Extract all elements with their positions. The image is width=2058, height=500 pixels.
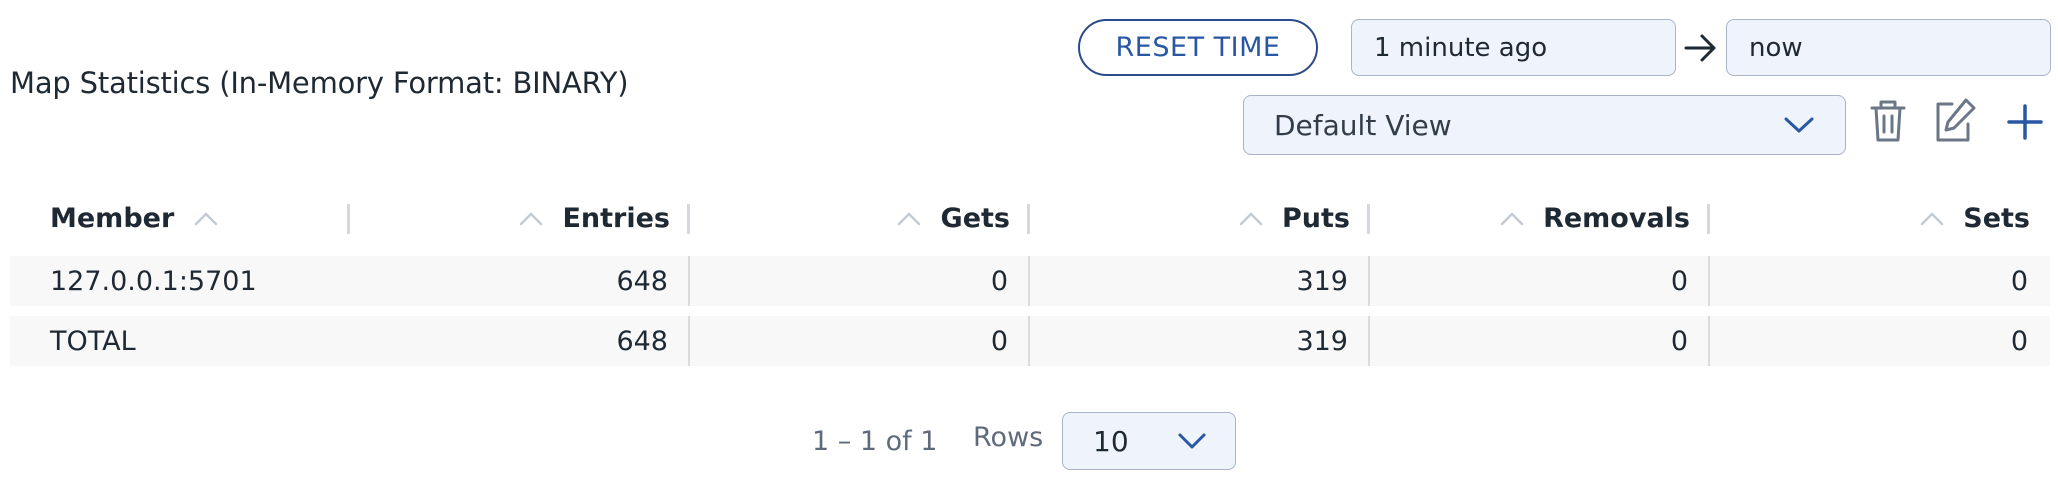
cell-gets: 0 xyxy=(690,250,1030,310)
sort-asc-icon[interactable] xyxy=(1239,212,1263,226)
time-to-input[interactable]: now xyxy=(1726,19,2051,76)
sort-asc-icon[interactable] xyxy=(897,212,921,226)
column-header-puts[interactable]: Puts xyxy=(1030,186,1370,250)
column-header-entries[interactable]: Entries xyxy=(350,186,690,250)
cell-sets: 0 xyxy=(1710,250,2050,310)
table-header-row: Member Entries Gets Puts Removals Sets xyxy=(10,186,2050,250)
reset-time-button[interactable]: RESET TIME xyxy=(1078,19,1318,76)
column-header-gets[interactable]: Gets xyxy=(690,186,1030,250)
view-select[interactable]: Default View xyxy=(1243,95,1846,155)
column-header-label: Entries xyxy=(562,202,670,234)
cell-sets: 0 xyxy=(1710,310,2050,370)
plus-icon[interactable] xyxy=(2003,96,2047,146)
cell-value: 0 xyxy=(1670,265,1688,297)
column-header-label: Puts xyxy=(1282,202,1350,234)
cell-gets: 0 xyxy=(690,310,1030,370)
sort-asc-icon[interactable] xyxy=(194,212,218,226)
column-header-label: Removals xyxy=(1543,202,1690,234)
column-header-label: Member xyxy=(50,202,175,234)
cell-puts: 319 xyxy=(1030,310,1370,370)
rows-per-page-value: 10 xyxy=(1093,424,1129,458)
cell-entries: 648 xyxy=(350,250,690,310)
chevron-down-icon xyxy=(1178,433,1206,449)
cell-entries: 648 xyxy=(350,310,690,370)
view-select-value: Default View xyxy=(1274,108,1452,142)
edit-icon[interactable] xyxy=(1932,96,1976,146)
cell-value: 319 xyxy=(1296,265,1348,297)
page-title: Map Statistics (In-Memory Format: BINARY… xyxy=(10,66,629,100)
rows-per-page-label: Rows xyxy=(973,422,1044,453)
cell-value: 0 xyxy=(990,325,1008,357)
sort-asc-icon[interactable] xyxy=(1920,212,1944,226)
cell-member: 127.0.0.1:5701 xyxy=(10,250,350,310)
column-header-sets[interactable]: Sets xyxy=(1710,186,2050,250)
table-row: TOTAL 648 0 319 0 0 xyxy=(10,310,2050,370)
cell-value: 648 xyxy=(616,265,668,297)
cell-removals: 0 xyxy=(1370,250,1710,310)
sort-asc-icon[interactable] xyxy=(519,212,543,226)
trash-icon[interactable] xyxy=(1866,96,1910,146)
column-header-removals[interactable]: Removals xyxy=(1370,186,1710,250)
cell-puts: 319 xyxy=(1030,250,1370,310)
sort-asc-icon[interactable] xyxy=(1500,212,1524,226)
chevron-down-icon xyxy=(1784,117,1814,133)
cell-value: 0 xyxy=(990,265,1008,297)
map-statistics-table: Member Entries Gets Puts Removals Sets 1… xyxy=(10,186,2050,370)
cell-value: 648 xyxy=(616,325,668,357)
column-header-member[interactable]: Member xyxy=(10,186,350,250)
cell-value: 0 xyxy=(1670,325,1688,357)
column-header-label: Sets xyxy=(1963,202,2030,234)
table-row: 127.0.0.1:5701 648 0 319 0 0 xyxy=(10,250,2050,310)
time-from-input[interactable]: 1 minute ago xyxy=(1351,19,1676,76)
arrow-right-icon xyxy=(1684,34,1716,62)
column-header-label: Gets xyxy=(940,202,1010,234)
cell-removals: 0 xyxy=(1370,310,1710,370)
cell-member: TOTAL xyxy=(10,310,350,370)
rows-per-page-select[interactable]: 10 xyxy=(1062,412,1236,470)
cell-value: 319 xyxy=(1296,325,1348,357)
pagination-range: 1 – 1 of 1 xyxy=(812,426,938,457)
